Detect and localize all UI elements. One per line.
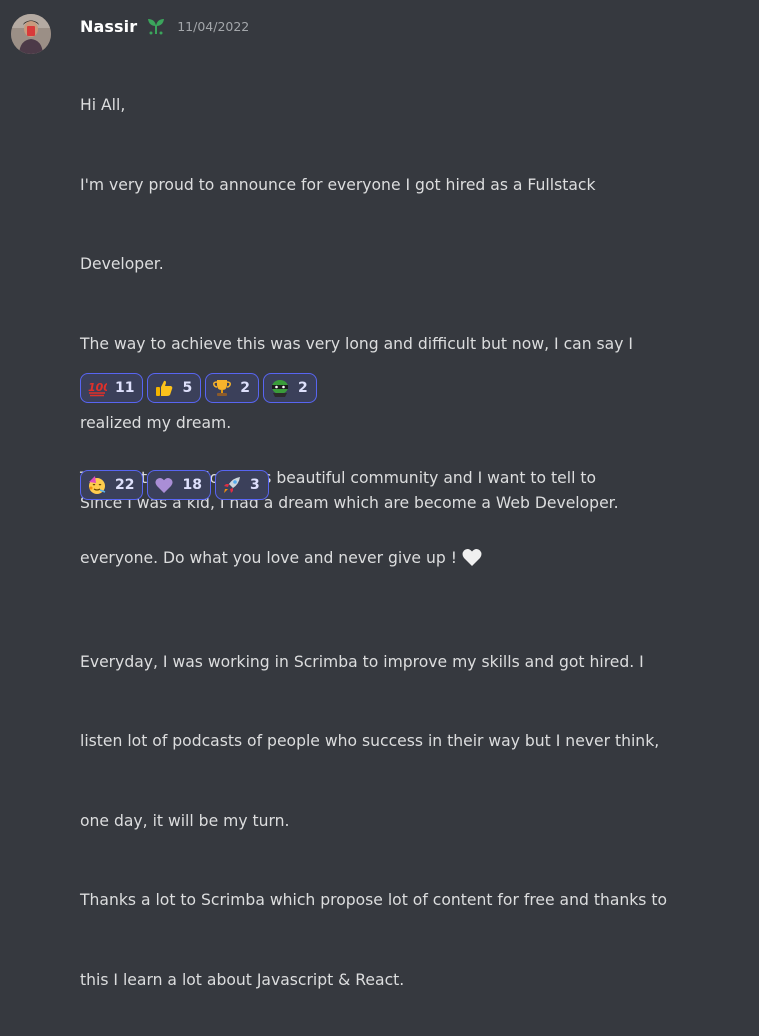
white-heart-icon [461, 546, 483, 577]
message-line: one day, it will be my turn. [80, 811, 290, 830]
username[interactable]: Nassir [80, 17, 137, 36]
message-line: I'm very proud to announce for everyone … [80, 175, 596, 194]
chat-message: Nassir 11/04/2022 Hi All, I'm very proud… [0, 0, 759, 989]
timestamp: 11/04/2022 [177, 18, 250, 34]
reaction-bar-second: 22 18 3 [80, 470, 269, 500]
rocket-icon [222, 475, 242, 495]
reaction-rocket[interactable]: 3 [214, 470, 269, 500]
reaction-partying-face[interactable]: 22 [80, 470, 144, 500]
reaction-thumbs-up[interactable]: 5 [147, 373, 202, 403]
reaction-count: 11 [115, 380, 135, 396]
reaction-count: 5 [182, 380, 193, 396]
reaction-count: 18 [182, 477, 202, 493]
reaction-hundred-points[interactable]: 100 11 [80, 373, 144, 403]
hundred-points-icon: 100 [87, 378, 107, 398]
message-header: Nassir 11/04/2022 [80, 14, 249, 38]
svg-text:100: 100 [88, 381, 107, 394]
thumbs-up-icon [154, 378, 174, 398]
reaction-count: 2 [297, 380, 308, 396]
trophy-icon [212, 378, 232, 398]
message-line: listen lot of podcasts of people who suc… [80, 732, 660, 750]
message-line: everyone. Do what you love and never giv… [80, 545, 750, 577]
message-line: Developer. [80, 255, 164, 273]
reaction-count: 2 [240, 380, 250, 396]
message-line: Thanks a lot to Scrimba which propose lo… [80, 891, 668, 909]
partying-face-icon [87, 475, 107, 495]
reaction-bar: 100 11 5 [80, 373, 317, 403]
reaction-ninja-frog[interactable]: 2 [262, 373, 317, 403]
reaction-trophy[interactable]: 2 [205, 373, 259, 403]
purple-heart-icon [154, 475, 174, 495]
sprout-icon[interactable] [145, 15, 167, 37]
message-line: this I learn a lot about Javascript & Re… [80, 970, 405, 989]
message-line: The way to achieve this was very long an… [80, 334, 634, 353]
message-line: Hi All, [80, 96, 126, 114]
message-line-text: everyone. Do what you love and never giv… [80, 548, 457, 567]
reaction-count: 22 [115, 477, 135, 493]
reaction-purple-heart[interactable]: 18 [147, 470, 211, 500]
message-content-second: Thanks to All , I love this beautiful co… [80, 412, 750, 629]
ninja-frog-icon [270, 378, 290, 398]
reaction-count: 3 [249, 477, 260, 493]
avatar[interactable] [11, 14, 51, 54]
message-line: Everyday, I was working in Scrimba to im… [80, 652, 644, 671]
